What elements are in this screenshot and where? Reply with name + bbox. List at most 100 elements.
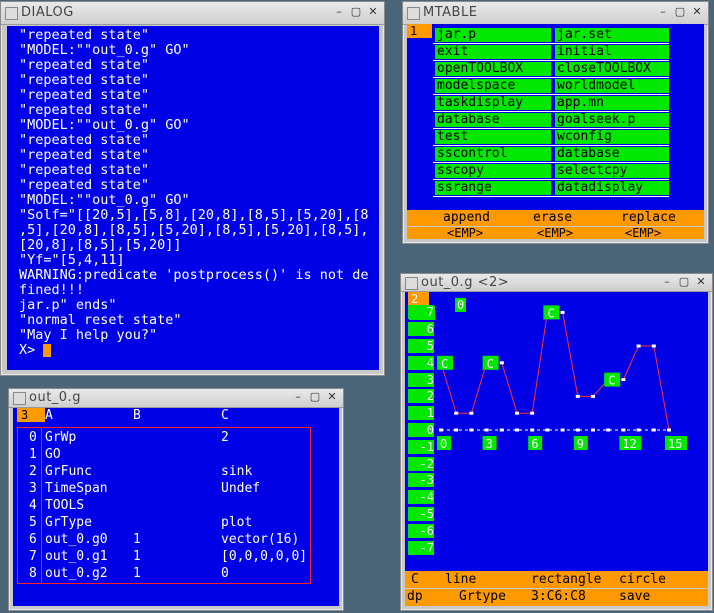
- row-number: 7: [29, 549, 37, 564]
- mtable-item[interactable]: jar.p: [435, 28, 551, 42]
- window-menu-icon[interactable]: [407, 7, 420, 20]
- cell-a[interactable]: TimeSpan: [45, 481, 108, 496]
- mtable-item[interactable]: jar.set: [555, 28, 669, 42]
- point-label: C: [482, 355, 499, 371]
- cell-a[interactable]: TOOLS: [45, 498, 84, 513]
- window-menu-icon[interactable]: [13, 392, 26, 405]
- cell-c[interactable]: 0: [221, 566, 229, 581]
- x-tick-label: 9: [573, 436, 588, 451]
- console-line: "MODEL:""out_0.g" GO": [19, 42, 190, 58]
- mtable-row-divider: [433, 43, 669, 44]
- minimize-icon[interactable]: –: [291, 390, 305, 404]
- column-header[interactable]: A: [45, 408, 53, 423]
- svg-text:15: 15: [668, 437, 682, 451]
- minimize-icon[interactable]: –: [332, 5, 346, 19]
- console-line: "repeated state": [19, 132, 150, 148]
- mtable-item[interactable]: exit: [435, 45, 551, 59]
- mtable-corner: 1: [407, 24, 432, 38]
- cell-c[interactable]: sink: [221, 464, 252, 479]
- cell-a[interactable]: out_0.g1: [45, 549, 108, 564]
- close-icon[interactable]: ✕: [325, 390, 339, 404]
- cell-a[interactable]: out_0.g0: [45, 532, 108, 547]
- mtable-titlebar[interactable]: MTABLE – ▢ ✕: [403, 2, 708, 25]
- mtable-replace-button[interactable]: replace: [621, 210, 676, 225]
- dialog-titlebar[interactable]: DIALOG – ▢ ✕: [1, 2, 384, 25]
- close-icon[interactable]: ✕: [694, 275, 708, 289]
- minimize-icon[interactable]: –: [656, 5, 670, 19]
- maximize-icon[interactable]: ▢: [349, 5, 363, 19]
- sheet-title: out_0.g: [29, 390, 81, 405]
- mtable-item[interactable]: initial: [555, 45, 669, 59]
- x-tick-label: 3: [482, 436, 497, 451]
- column-header[interactable]: C: [221, 408, 229, 423]
- mtable-item[interactable]: sscopy: [435, 164, 551, 178]
- graph-status-cell[interactable]: save: [619, 589, 650, 604]
- mtable-item[interactable]: wconfig: [555, 130, 669, 144]
- mtable-window: MTABLE – ▢ ✕ 1 jar.p jar.set exit initial op…: [402, 1, 709, 244]
- window-menu-icon[interactable]: [5, 7, 18, 20]
- mtable-item[interactable]: worldmodel: [555, 79, 669, 93]
- mtable-item[interactable]: closeTOOLBOX: [555, 62, 669, 76]
- baseline-point: [530, 428, 535, 432]
- y-tick-label: -1: [408, 439, 434, 454]
- mtable-item[interactable]: datadisplay: [555, 181, 669, 195]
- graph-tool-circle-button[interactable]: circle: [619, 572, 666, 587]
- cell-a[interactable]: out_0.g2: [45, 566, 108, 581]
- data-point: [515, 411, 519, 415]
- console-line: "May I help you?": [19, 327, 158, 343]
- cell-a[interactable]: GrFunc: [45, 464, 92, 479]
- sheet-corner[interactable]: 3: [17, 408, 45, 422]
- console-line: "Solf="[[20,5],[5,8],[20,8],[8,5],[5,20]…: [19, 207, 369, 223]
- mtable-erase-button[interactable]: erase: [533, 210, 572, 225]
- mtable-item[interactable]: sscontrol: [435, 147, 551, 161]
- row-number: 3: [29, 481, 37, 496]
- graph-tool-C-button[interactable]: C: [411, 572, 419, 587]
- mtable-item[interactable]: ssrange: [435, 181, 551, 195]
- maximize-icon[interactable]: ▢: [673, 5, 687, 19]
- cell-c[interactable]: Undef: [221, 481, 260, 496]
- graph-tool-rectangle-button[interactable]: rectangle: [531, 572, 601, 587]
- column-header[interactable]: B: [133, 408, 141, 423]
- mtable-item[interactable]: app.mn: [555, 96, 669, 110]
- console-line: "repeated state": [19, 147, 150, 163]
- maximize-icon[interactable]: ▢: [677, 275, 691, 289]
- svg-text:C: C: [547, 306, 554, 320]
- mtable-item[interactable]: database: [435, 113, 551, 127]
- window-menu-icon[interactable]: [405, 277, 418, 290]
- mtable-item[interactable]: taskdisplay: [435, 96, 551, 110]
- sheet-titlebar[interactable]: out_0.g – ▢ ✕: [9, 389, 343, 408]
- svg-text:C: C: [608, 374, 615, 388]
- cell-a[interactable]: GrWp: [45, 430, 76, 445]
- maximize-icon[interactable]: ▢: [308, 390, 322, 404]
- cell-a[interactable]: GO: [45, 447, 61, 462]
- close-icon[interactable]: ✕: [366, 5, 380, 19]
- mtable-item[interactable]: test: [435, 130, 551, 144]
- baseline-point: [575, 428, 580, 432]
- cell-c[interactable]: [0,0,0,0,0]: [221, 549, 307, 564]
- minimize-icon[interactable]: –: [660, 275, 674, 289]
- sheet-window: out_0.g – ▢ ✕ 3 A B C 0 GrWp 2 1 GO 2 GrFunc sink 3…: [8, 388, 344, 611]
- graph-title: out_0.g <2>: [421, 275, 510, 290]
- dialog-console[interactable]: "repeated state" "MODEL:""out_0.g" GO" "re…: [7, 26, 379, 370]
- mtable-item[interactable]: selectcpy: [555, 164, 669, 178]
- close-icon[interactable]: ✕: [690, 5, 704, 19]
- console-line: "repeated state": [19, 57, 150, 73]
- cell-b[interactable]: 1: [133, 549, 141, 564]
- svg-text:C: C: [441, 357, 448, 371]
- mtable-item[interactable]: openTOOLBOX: [435, 62, 551, 76]
- cell-a[interactable]: GrType: [45, 515, 92, 530]
- cell-c[interactable]: vector(16): [221, 532, 299, 547]
- mtable-item[interactable]: goalseek.p: [555, 113, 669, 127]
- graph-status-cell: Grtype: [459, 589, 506, 604]
- svg-text:0: 0: [440, 437, 447, 451]
- cell-b[interactable]: 1: [133, 532, 141, 547]
- cell-b[interactable]: 1: [133, 566, 141, 581]
- cell-c[interactable]: plot: [221, 515, 252, 530]
- mtable-item[interactable]: modelspace: [435, 79, 551, 93]
- cell-c[interactable]: 2: [221, 430, 229, 445]
- graph-titlebar[interactable]: out_0.g <2> – ▢ ✕: [401, 274, 712, 292]
- mtable-append-button[interactable]: append: [443, 210, 490, 225]
- svg-text:12: 12: [622, 437, 636, 451]
- mtable-item[interactable]: database: [555, 147, 669, 161]
- graph-tool-line-button[interactable]: line: [445, 572, 476, 587]
